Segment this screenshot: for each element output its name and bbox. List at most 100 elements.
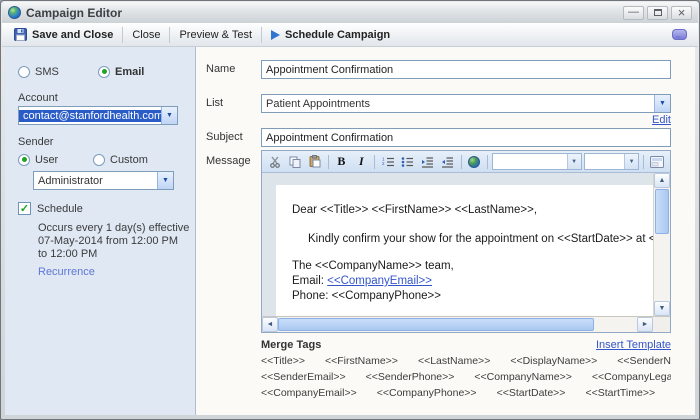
merge-tag[interactable]: <<StartTime>>: [585, 387, 655, 399]
copy-icon[interactable]: [286, 153, 304, 170]
close-label: Close: [132, 29, 160, 41]
sender-label: Sender: [18, 136, 195, 148]
list-value: Patient Appointments: [262, 98, 654, 110]
merge-tag[interactable]: <<DisplayName>>: [510, 355, 597, 367]
vertical-scroll-track[interactable]: [654, 188, 670, 301]
vertical-scrollbar[interactable]: ▲ ▼: [653, 173, 670, 316]
maximize-button[interactable]: [647, 6, 668, 20]
hyperlink-globe-icon[interactable]: [466, 153, 484, 170]
decrease-indent-icon[interactable]: [439, 153, 457, 170]
user-label: User: [35, 154, 58, 166]
merge-tag[interactable]: <<FirstName>>: [325, 355, 398, 367]
subject-input[interactable]: [261, 128, 671, 147]
message-line-body: Kindly confirm your show for the appoint…: [292, 232, 670, 247]
scroll-right-icon[interactable]: ►: [637, 317, 653, 332]
merge-tag[interactable]: <<SenderEmail>>: [261, 371, 346, 383]
recurrence-link[interactable]: Recurrence: [38, 266, 195, 278]
editor-toolbar-separator: [461, 155, 462, 169]
user-radio[interactable]: User: [18, 154, 93, 166]
editor-toolbar-separator: [643, 155, 644, 169]
editor-toolbar-separator: [374, 155, 375, 169]
email-label: Email: [115, 66, 144, 78]
account-value: contact@stanfordhealth.com: [19, 110, 161, 122]
merge-tag[interactable]: <<SenderPhone>>: [366, 371, 455, 383]
custom-radio-circle[interactable]: [93, 154, 105, 166]
merge-tag[interactable]: <<StartDate>>: [497, 387, 566, 399]
user-radio-circle[interactable]: [18, 154, 30, 166]
paste-icon[interactable]: [306, 153, 324, 170]
campaign-editor-window: Campaign Editor — × Save and Close Close…: [0, 0, 700, 420]
dropdown-arrow-icon[interactable]: ▼: [567, 154, 581, 169]
merge-tag[interactable]: <<LastName>>: [418, 355, 490, 367]
main-toolbar: Save and Close Close Preview & Test Sche…: [2, 23, 698, 47]
insert-template-link[interactable]: Insert Template: [596, 339, 671, 351]
message-body[interactable]: Dear <<Title>> <<FirstName>> <<LastName>…: [276, 185, 670, 316]
name-input[interactable]: [261, 60, 671, 79]
horizontal-scroll-track[interactable]: [278, 317, 637, 332]
list-dropdown[interactable]: Patient Appointments ▼: [261, 94, 671, 113]
close-window-button[interactable]: ×: [671, 6, 692, 20]
vertical-scroll-thumb[interactable]: [655, 189, 669, 234]
message-line-phone: Phone: <<CompanyPhone>>: [292, 289, 670, 304]
custom-label: Custom: [110, 154, 148, 166]
horizontal-scrollbar[interactable]: ◄ ►: [262, 317, 653, 332]
font-size-combo[interactable]: ▼: [584, 153, 640, 170]
sms-radio[interactable]: SMS: [18, 66, 98, 78]
custom-radio[interactable]: Custom: [93, 154, 148, 166]
merge-tag[interactable]: <<CompanyName>>: [474, 371, 571, 383]
merge-tag[interactable]: <<SenderName>>: [617, 355, 671, 367]
save-and-close-button[interactable]: Save and Close: [7, 25, 120, 45]
bold-icon[interactable]: B: [333, 153, 351, 170]
sms-radio-circle[interactable]: [18, 66, 30, 78]
editor-toolbar-separator: [487, 155, 488, 169]
scroll-up-icon[interactable]: ▲: [654, 173, 670, 188]
preview-test-label: Preview & Test: [179, 29, 252, 41]
account-dropdown[interactable]: contact@stanfordhealth.com ▼: [18, 106, 178, 125]
company-email-link[interactable]: <<CompanyEmail>>: [327, 275, 432, 287]
minimize-button[interactable]: —: [623, 6, 644, 20]
toolbar-separator: [169, 27, 170, 43]
schedule-checkbox[interactable]: ✓: [18, 202, 31, 215]
dropdown-arrow-icon[interactable]: ▼: [161, 107, 177, 124]
scroll-down-icon[interactable]: ▼: [654, 301, 670, 316]
schedule-checkbox-row[interactable]: ✓ Schedule: [18, 202, 195, 215]
schedule-campaign-button[interactable]: Schedule Campaign: [264, 25, 397, 45]
horizontal-scroll-thumb[interactable]: [278, 318, 594, 331]
dropdown-arrow-icon[interactable]: ▼: [157, 172, 173, 189]
cut-icon[interactable]: [266, 153, 284, 170]
email-radio-circle[interactable]: [98, 66, 110, 78]
account-label: Account: [18, 92, 195, 104]
bullet-list-icon[interactable]: [399, 153, 417, 170]
schedule-campaign-label: Schedule Campaign: [285, 29, 390, 41]
scroll-left-icon[interactable]: ◄: [262, 317, 278, 332]
merge-tag[interactable]: <<Title>>: [261, 355, 305, 367]
name-label: Name: [206, 60, 261, 79]
message-line-email: Email: <<CompanyEmail>>: [292, 274, 670, 289]
dropdown-arrow-icon[interactable]: ▼: [624, 154, 638, 169]
list-label: List: [206, 94, 261, 113]
horizontal-scrollbar-row: ◄ ►: [262, 316, 670, 332]
close-button[interactable]: Close: [125, 25, 167, 45]
toolbar-separator: [122, 27, 123, 43]
sender-dropdown[interactable]: Administrator ▼: [33, 171, 174, 190]
feedback-bubble-icon[interactable]: [672, 29, 687, 40]
merge-tag[interactable]: <<CompanyEmail>>: [261, 387, 357, 399]
insert-image-icon[interactable]: [648, 153, 666, 170]
message-line-signoff: The <<CompanyName>> team,: [292, 259, 670, 274]
email-radio[interactable]: Email: [98, 66, 144, 78]
dropdown-arrow-icon[interactable]: ▼: [654, 95, 670, 112]
app-globe-icon: [8, 6, 21, 19]
italic-icon[interactable]: I: [352, 153, 370, 170]
numbered-list-icon[interactable]: 12: [379, 153, 397, 170]
edit-list-link[interactable]: Edit: [652, 114, 671, 126]
increase-indent-icon[interactable]: [419, 153, 437, 170]
message-line-greeting: Dear <<Title>> <<FirstName>> <<LastName>…: [292, 203, 670, 218]
merge-tag[interactable]: <<CompanyPhone>>: [377, 387, 477, 399]
merge-tag-row: <<CompanyEmail>> <<CompanyPhone>> <<StartD…: [261, 387, 671, 399]
play-icon: [271, 30, 280, 40]
font-name-combo[interactable]: ▼: [492, 153, 581, 170]
merge-tag[interactable]: <<CompanyLegalName>>: [592, 371, 671, 383]
schedule-label: Schedule: [37, 203, 83, 215]
editor-toolbar: B I 12: [262, 151, 670, 173]
preview-test-button[interactable]: Preview & Test: [172, 25, 259, 45]
